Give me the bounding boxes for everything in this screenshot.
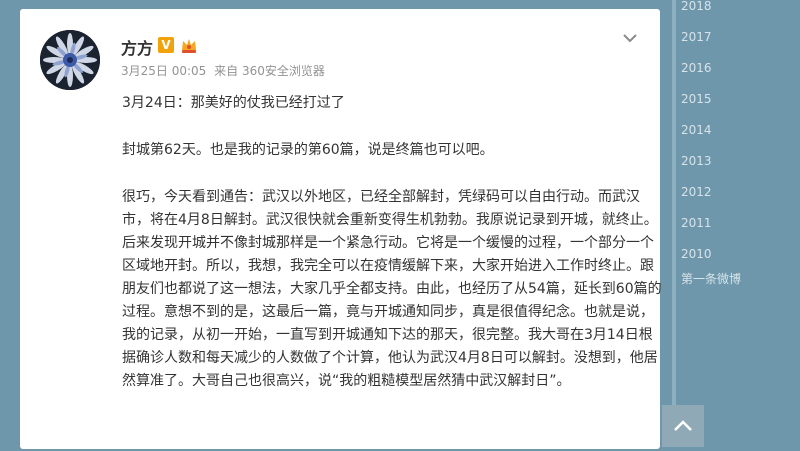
- avatar[interactable]: [40, 30, 100, 90]
- timeline-year-2015[interactable]: 2015: [681, 92, 712, 106]
- timeline-year-2011[interactable]: 2011: [681, 216, 712, 230]
- year-timeline: 2018 2017 2016 2015 2014 2013 2012 2011 …: [672, 0, 800, 432]
- author-name[interactable]: 方方: [121, 35, 153, 59]
- post-date[interactable]: 3月25日 00:05: [121, 64, 206, 78]
- timeline-year-2017[interactable]: 2017: [681, 30, 712, 44]
- timeline-year-2014[interactable]: 2014: [681, 123, 712, 137]
- post-paragraph: 很巧，今天看到通告：武汉以外地区，已经全部解封，凭绿码可以自由行动。而武汉市，将…: [122, 189, 662, 389]
- back-to-top-button[interactable]: [662, 405, 704, 447]
- post-content: 3月24日：那美好的仗我已经打过了 封城第62天。也是我的记录的第60篇，说是终…: [122, 92, 662, 393]
- timeline-year-2018[interactable]: 2018: [681, 0, 712, 13]
- post-paragraph: 封城第62天。也是我的记录的第60篇，说是终篇也可以吧。: [122, 142, 494, 158]
- vip-crown-icon[interactable]: [180, 36, 198, 54]
- post-title: 3月24日：那美好的仗我已经打过了: [122, 95, 345, 111]
- post-meta: 3月25日 00:05 来自 360安全浏览器: [121, 62, 329, 79]
- timeline-line: [672, 0, 676, 432]
- timeline-year-2010[interactable]: 2010: [681, 247, 712, 261]
- timeline-first-post[interactable]: 第一条微博: [681, 270, 741, 287]
- timeline-year-2013[interactable]: 2013: [681, 154, 712, 168]
- weibo-post-card: 方方 V 3月25日 00:05 来自 360安全浏览器 3月24日：那美好的仗…: [20, 9, 662, 449]
- timeline-year-2016[interactable]: 2016: [681, 61, 712, 75]
- chevron-down-icon[interactable]: [622, 30, 638, 46]
- post-source[interactable]: 来自 360安全浏览器: [214, 64, 325, 78]
- arrow-up-icon: [674, 420, 692, 431]
- verified-badge-icon[interactable]: V: [158, 37, 174, 53]
- timeline-year-2012[interactable]: 2012: [681, 185, 712, 199]
